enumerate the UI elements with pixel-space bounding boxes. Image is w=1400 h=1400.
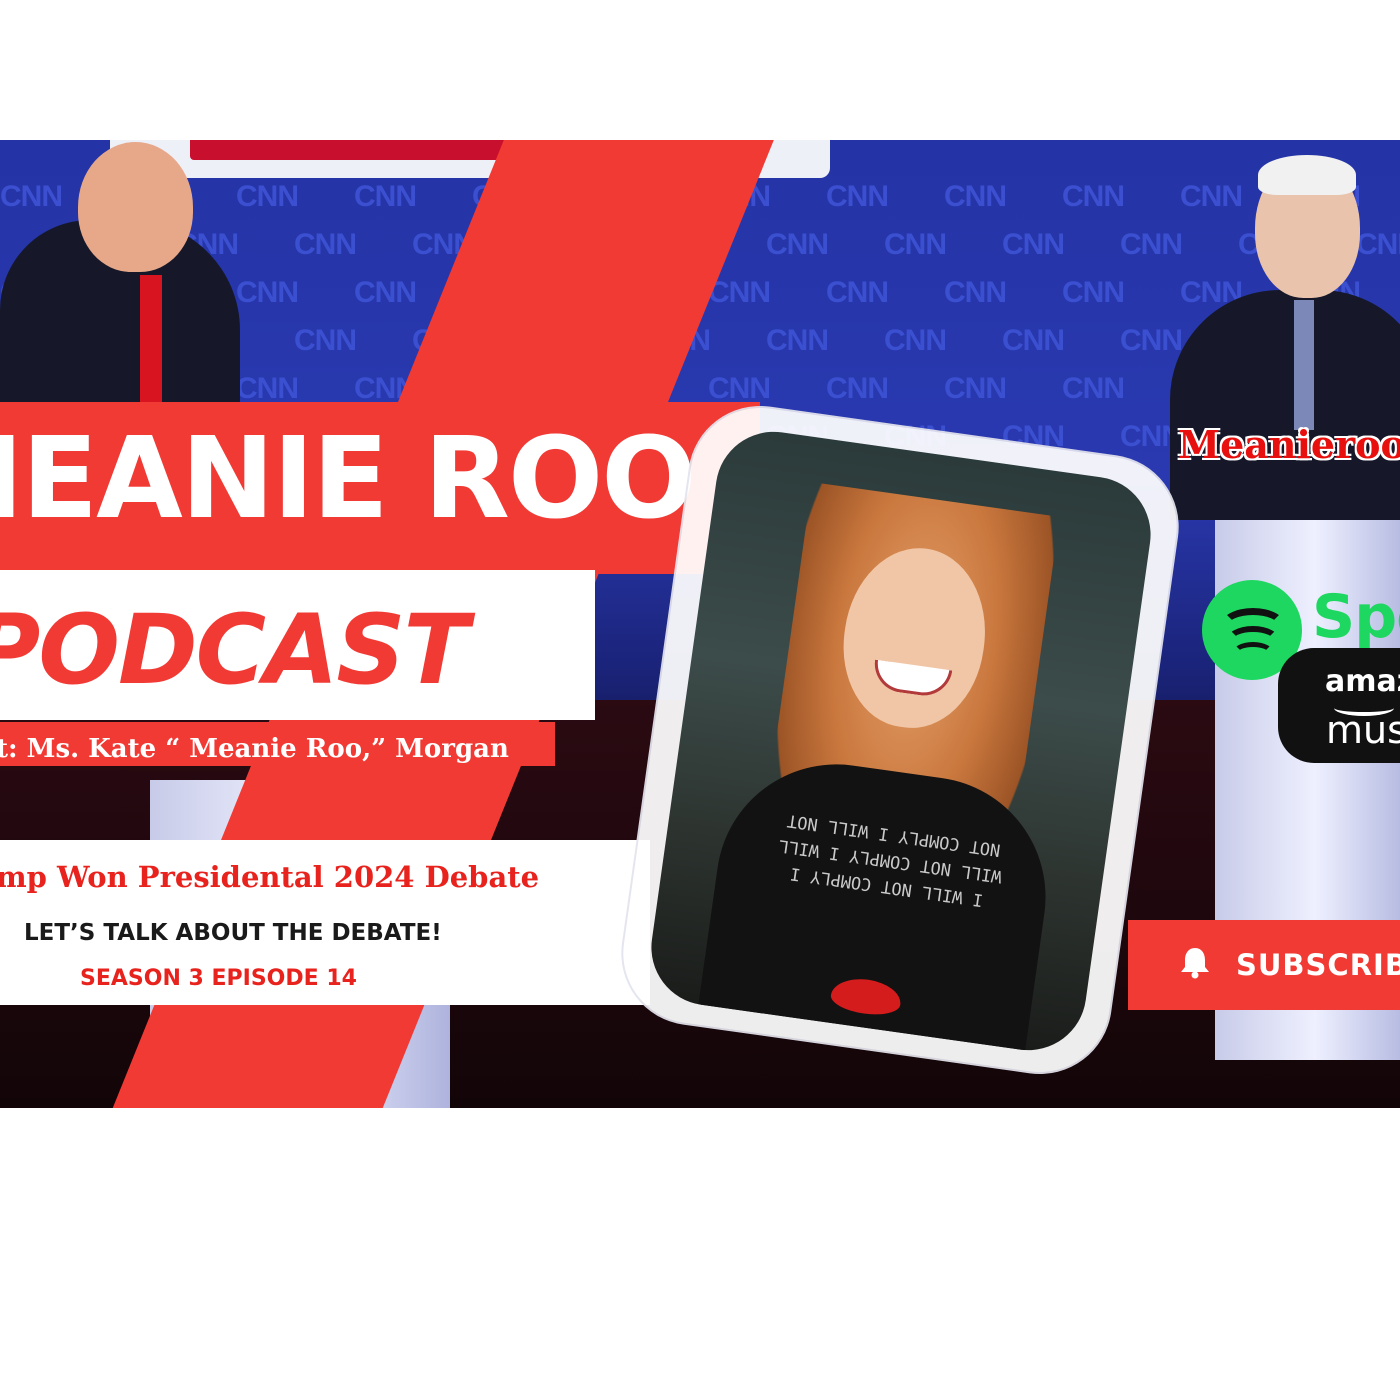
cnn-logo-tile: CNN [294,324,357,357]
cnn-logo-tile: CNN [1356,228,1400,261]
cnn-logo-tile: CNN [0,180,63,213]
podcast-title-line-1: IEANIE ROO [0,414,696,544]
cnn-logo-tile: CNN [354,180,417,213]
host-credit: t: Ms. Kate “ Meanie Roo,” Morgan [0,734,509,764]
amazon-wordmark: amaz [1325,664,1400,699]
cnn-logo-tile: CNN [236,276,299,309]
thumbnail-banner: CNN CNN CNN CNN CNN CNN CNN CNN CNN CNN CNN CNN CNN C… [0,140,1400,1108]
cnn-logo-tile: CNN [826,180,889,213]
cnn-logo-tile: CNN [1120,228,1183,261]
cnn-logo-tile: CNN [1180,180,1243,213]
cnn-logo-tile: CNN [1120,324,1183,357]
cnn-logo-tile: CNN [294,228,357,261]
podcast-title-line-2: PODCAST [0,594,469,706]
spotify-wordmark[interactable]: Spo [1312,582,1400,652]
left-speaker-head [78,142,193,272]
right-speaker-suit [1170,290,1400,520]
cnn-logo-tile: CNN [826,372,889,405]
cnn-logo-tile: CNN [826,276,889,309]
cnn-logo-tile: CNN [944,372,1007,405]
cnn-logo-tile: CNN [944,276,1007,309]
amazon-music-wordmark: mus [1326,708,1400,752]
host-photo: I WILL NOT COMPLY I WILL NOT COMPLY I WI… [643,424,1159,1058]
cnn-logo-tile: CNN [766,228,829,261]
cnn-logo-tile: CNN [884,324,947,357]
cnn-logo-tile: CNN [944,180,1007,213]
cnn-logo-tile: CNN [236,372,299,405]
cnn-logo-tile: CNN [884,228,947,261]
cnn-logo-tile: CNN [236,180,299,213]
cnn-logo-tile: CNN [354,276,417,309]
left-speaker-tie [140,275,162,415]
season-episode-label: SEASON 3 EPISODE 14 [80,966,357,991]
episode-tagline: LET’S TALK ABOUT THE DEBATE! [24,920,442,946]
cnn-logo-tile: CNN [1062,372,1125,405]
bell-icon [1181,948,1209,979]
cnn-logo-tile: CNN [708,276,771,309]
cnn-logo-tile: CNN [766,324,829,357]
subscribe-label[interactable]: SUBSCRIB [1236,948,1400,982]
cnn-logo-tile: CNN [1002,228,1065,261]
cnn-logo-tile: CNN [1062,276,1125,309]
brand-name: Meanieroo [1178,422,1400,467]
cnn-logo-tile: CNN [708,372,771,405]
cnn-logo-tile: CNN [1062,180,1125,213]
episode-headline: mp Won Presidental 2024 Debate [0,860,540,894]
right-speaker-tie [1294,300,1314,430]
right-speaker-hair [1258,155,1356,195]
cnn-logo-tile: CNN [1002,324,1065,357]
